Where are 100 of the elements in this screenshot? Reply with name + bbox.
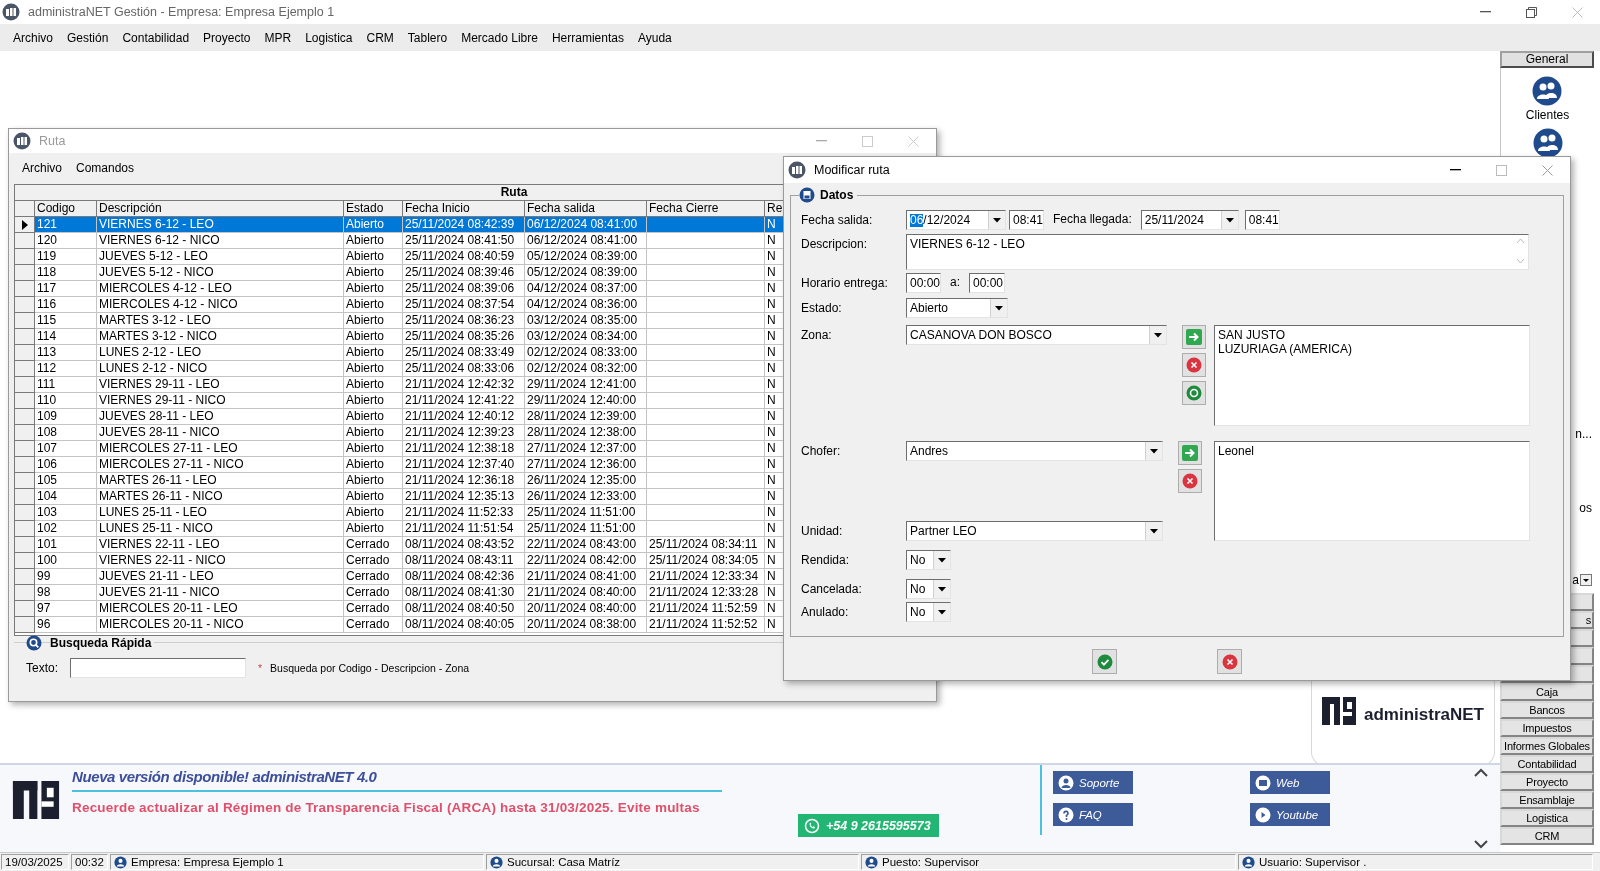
cancel-button[interactable] xyxy=(1217,649,1242,674)
dropdown-text[interactable]: a xyxy=(1572,573,1579,587)
list-item[interactable]: SAN JUSTO xyxy=(1218,328,1526,342)
sidebar-button[interactable]: Contabilidad xyxy=(1500,755,1594,773)
disk-icon xyxy=(799,187,815,203)
status-text: Sucursal: Casa Matríz xyxy=(507,856,621,868)
caret-icon xyxy=(1150,528,1158,534)
link-button[interactable]: Soporte xyxy=(1053,771,1133,794)
window-title: administraNET Gestión - Empresa: Empresa Ejemplo 1 xyxy=(28,5,335,19)
menu-item[interactable]: Proyecto xyxy=(196,30,258,45)
status-dropdown[interactable]: Abierto xyxy=(906,298,1008,318)
driver-dropdown[interactable]: Andres xyxy=(906,441,1163,461)
status-text: 19/03/2025 xyxy=(5,856,63,868)
row-pointer-icon xyxy=(21,219,28,230)
yes-no-dropdown[interactable]: No xyxy=(906,550,951,570)
zone-dropdown[interactable]: CASANOVA DON BOSCO xyxy=(906,325,1167,345)
sidebar-button[interactable]: Ensamblaje xyxy=(1500,791,1594,809)
add-button[interactable] xyxy=(1182,325,1206,349)
close-icon xyxy=(1182,473,1198,489)
scroll-down-icon[interactable] xyxy=(1474,840,1488,849)
sidebar-button[interactable]: Proyecto xyxy=(1500,773,1594,791)
menu-item[interactable]: Contabilidad xyxy=(115,30,197,45)
table-cell: Cerrado xyxy=(344,617,403,633)
ok-button[interactable] xyxy=(1092,649,1117,674)
link-button[interactable]: FAQ xyxy=(1053,803,1133,826)
menu-item[interactable]: CRM xyxy=(359,30,401,45)
menu-item[interactable]: Gestión xyxy=(60,30,116,45)
minimize-icon xyxy=(815,140,827,142)
menu-item[interactable]: Logistica xyxy=(298,30,360,45)
time-field[interactable]: 00:00 xyxy=(969,273,1005,293)
app-icon xyxy=(788,161,806,179)
menu-item[interactable]: Mercado Libre xyxy=(454,30,545,45)
table-cell: 96 xyxy=(35,617,97,633)
window-title: Modificar ruta xyxy=(814,163,890,177)
menu-item[interactable]: Archivo xyxy=(6,30,60,45)
menu-item[interactable]: Tablero xyxy=(400,30,455,45)
table-cell: 08/11/2024 08:40:05 xyxy=(403,617,525,633)
link-button[interactable]: Youtube xyxy=(1250,803,1330,826)
list-item[interactable]: LUZURIAGA (AMERICA) xyxy=(1218,342,1526,356)
close-icon xyxy=(1186,357,1202,373)
menu-item[interactable]: Ayuda xyxy=(630,30,679,45)
date-field[interactable]: 25/11/2024 xyxy=(1140,210,1239,230)
time-field[interactable]: 08:41 xyxy=(1244,210,1280,230)
remove-button[interactable] xyxy=(1178,469,1202,493)
checkmark-icon xyxy=(1096,653,1113,670)
status-text: 00:32 xyxy=(75,856,104,868)
sidebar-button[interactable]: Impuestos xyxy=(1500,719,1594,737)
play-icon xyxy=(1255,806,1271,823)
field-label: Unidad: xyxy=(801,523,844,538)
remove-button[interactable] xyxy=(1182,353,1206,377)
yes-no-dropdown[interactable]: No xyxy=(906,602,951,622)
field-label: Descripcion: xyxy=(801,236,869,251)
logo-icon xyxy=(10,781,62,819)
search-field[interactable] xyxy=(70,658,246,678)
menu-item[interactable]: Archivo xyxy=(15,161,69,175)
table-cell: MIERCOLES 20-11 - NICO xyxy=(97,617,344,633)
field-label: Zona: xyxy=(801,327,833,342)
row-indicator[interactable] xyxy=(15,217,35,233)
minimize-icon xyxy=(1449,169,1461,171)
time-field[interactable]: 00:00 xyxy=(906,273,941,293)
sidebar-button[interactable]: Informes Globales xyxy=(1500,737,1594,755)
refresh-button[interactable] xyxy=(1182,381,1206,405)
sidebar-button[interactable]: Caja xyxy=(1500,683,1594,701)
sidebar-button[interactable]: Bancos xyxy=(1500,701,1594,719)
notice-text: Recuerde actualizar al Régimen de Transparencia Fiscal (ARCA) hasta 31/03/2025. Evite multas xyxy=(72,800,701,815)
arrow-right-icon xyxy=(1182,445,1198,461)
field-label: Anulado: xyxy=(801,604,850,619)
asterisk-mark: * xyxy=(258,662,263,674)
field-label: Estado: xyxy=(801,300,843,315)
caret-icon xyxy=(995,305,1003,311)
hint-text: Busqueda por Codigo - Descripcion - Zona xyxy=(270,662,470,674)
shortcut-label[interactable]: n... xyxy=(1575,427,1592,441)
description-field[interactable]: VIERNES 6-12 - LEO xyxy=(906,234,1529,270)
shortcut-label[interactable]: os xyxy=(1579,501,1592,515)
sidebar-button[interactable]: CRM xyxy=(1500,827,1594,845)
caret-icon xyxy=(1225,217,1234,223)
link-button[interactable]: Web xyxy=(1250,771,1330,794)
sidebar-button[interactable]: Logistica xyxy=(1500,809,1594,827)
minimize-icon xyxy=(1479,11,1491,13)
yes-no-dropdown[interactable]: No xyxy=(906,579,951,599)
field-label: Rendida: xyxy=(801,552,851,567)
list-item[interactable]: Leonel xyxy=(1218,444,1526,458)
app-icon xyxy=(13,132,31,150)
status-text: Puesto: Supervisor xyxy=(882,856,980,868)
question-icon xyxy=(1058,806,1074,823)
field-label: Fecha llegada: xyxy=(1052,211,1133,226)
menu-item[interactable]: Comandos xyxy=(69,161,142,175)
menu-item[interactable]: MPR xyxy=(257,30,299,45)
vehicle-dropdown[interactable]: Partner LEO xyxy=(906,521,1163,541)
menu-item[interactable]: Herramientas xyxy=(544,30,631,45)
sidebar-header[interactable]: General xyxy=(1500,51,1594,68)
close-icon xyxy=(907,135,919,147)
scroll-up-icon[interactable] xyxy=(1474,768,1488,777)
caret-icon xyxy=(993,217,1001,223)
add-button[interactable] xyxy=(1178,441,1202,465)
table-cell: 20/11/2024 08:38:00 xyxy=(525,617,647,633)
time-field[interactable]: 08:41 xyxy=(1009,210,1044,230)
shortcut-label[interactable]: Clientes xyxy=(1525,108,1570,122)
caret-icon xyxy=(938,586,946,592)
caret-icon xyxy=(938,609,946,615)
